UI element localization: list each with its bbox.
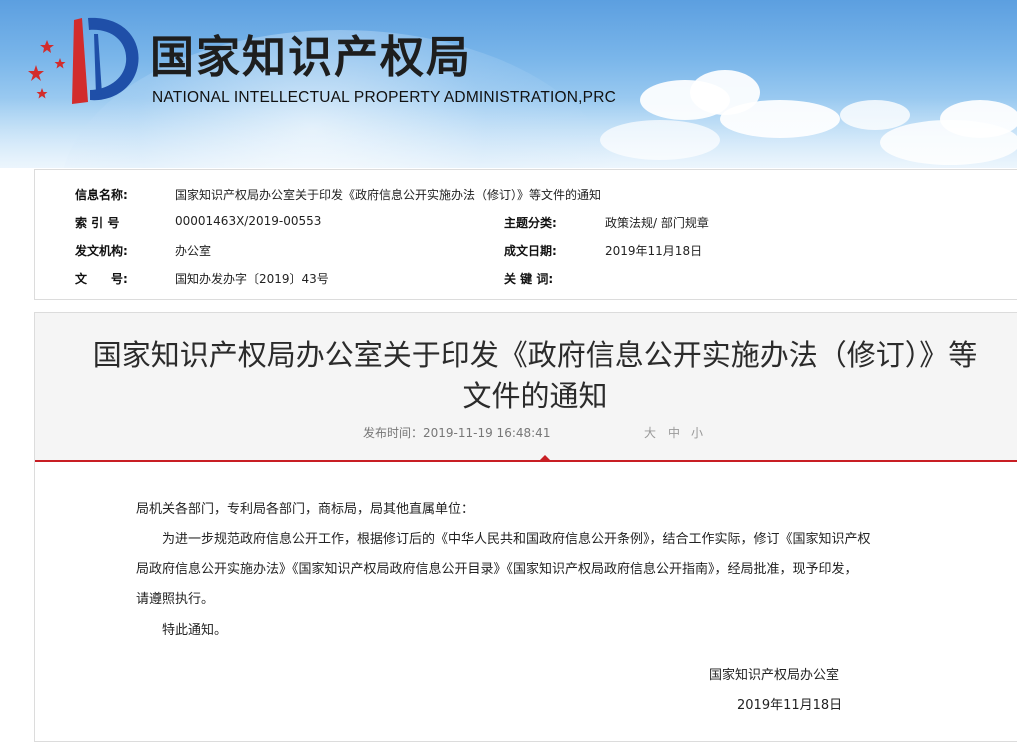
info-title-value: 国家知识产权局办公室关于印发《政府信息公开实施办法（修订）》等文件的通知 [175,188,602,202]
info-category-value: 政策法规/ 部门规章 [605,216,709,230]
info-category-label: 主题分类: [504,216,557,230]
salutation: 局机关各部门，专利局各部门，商标局，局其他直属单位： [136,502,475,517]
publish-time: 发布时间：2019-11-19 16:48:41 [363,426,551,440]
article-title-line: 国家知识产权局办公室关于印发《政府信息公开实施办法（修订）》等 [92,338,978,372]
article-title: 国家知识产权局办公室关于印发《政府信息公开实施办法（修订）》等 文件的通知 [53,335,1017,417]
info-keywords-label: 关 键 词: [504,272,554,286]
header-banner: 国家知识产权局 NATIONAL INTELLECTUAL PROPERTY A… [0,0,1017,168]
header-divider [35,460,1017,462]
paragraph-line: 局政府信息公开实施办法》《国家知识产权局政府信息公开目录》《国家知识产权局政府信… [136,562,858,577]
font-size-small-button[interactable]: 小 [691,424,703,441]
site-subtitle: NATIONAL INTELLECTUAL PROPERTY ADMINISTR… [152,89,616,106]
paragraph-line: 请遵照执行。 [136,592,215,607]
cnipa-logo-icon[interactable] [14,10,144,110]
info-issuer-label: 发文机构: [75,244,128,258]
article-title-line: 文件的通知 [462,379,608,413]
closing-paragraph: 特此通知。 [162,623,228,638]
document-info-panel: 信息名称: 国家知识产权局办公室关于印发《政府信息公开实施办法（修订）》等文件的… [34,169,1017,300]
info-docno-value: 国知办发办字〔2019〕43号 [175,272,329,286]
info-docno-label: 文 号: [75,272,128,286]
info-index-value: 00001463X/2019-00553 [175,214,322,228]
info-index-label: 索 引 号 [75,216,120,230]
info-date-value: 2019年11月18日 [605,244,703,258]
article-container: 国家知识产权局办公室关于印发《政府信息公开实施办法（修订）》等 文件的通知 发布… [34,312,1017,742]
article-header: 国家知识产权局办公室关于印发《政府信息公开实施办法（修订）》等 文件的通知 发布… [35,313,1017,460]
banner-haze [0,98,1017,168]
divider-arrow-icon [540,455,550,460]
paragraph-line: 为进一步规范政府信息公开工作，根据修订后的《中华人民共和国政府信息公开条例》，结… [162,532,871,547]
info-title-label: 信息名称: [75,188,128,202]
info-issuer-value: 办公室 [175,244,212,258]
signature-date: 2019年11月18日 [737,698,843,713]
font-size-large-button[interactable]: 大 [644,424,656,441]
signature-org: 国家知识产权局办公室 [709,668,840,683]
info-date-label: 成文日期: [504,244,557,258]
site-title: 国家知识产权局 [150,32,472,83]
font-size-medium-button[interactable]: 中 [668,424,680,441]
